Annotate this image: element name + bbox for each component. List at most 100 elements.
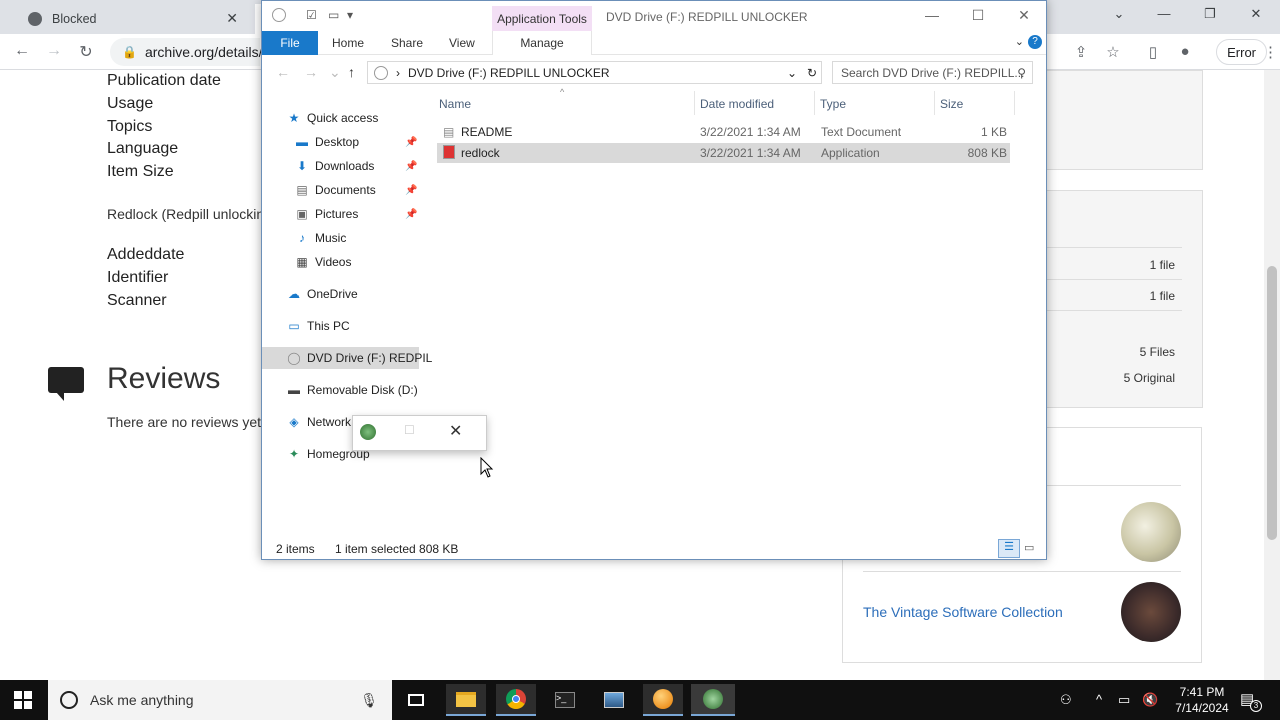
column-separator[interactable]	[694, 91, 695, 115]
pin-icon[interactable]: 📌	[405, 185, 417, 196]
close-window-icon[interactable]: ✕	[1244, 6, 1268, 22]
scrollbar-thumb[interactable]	[1267, 266, 1277, 540]
browser-tab-blocked[interactable]: Blocked ✕	[8, 4, 246, 34]
meta-label-item-size: Item Size	[107, 163, 174, 180]
restore-icon[interactable]: ❐	[1198, 6, 1222, 22]
forward-icon[interactable]: →	[43, 42, 65, 60]
nav-network[interactable]: ◈ Network	[286, 411, 351, 433]
new-folder-icon[interactable]: ▭	[328, 8, 339, 22]
customize-qat-icon[interactable]: ▾	[347, 8, 353, 22]
nav-desktop[interactable]: ▬ Desktop	[294, 131, 359, 153]
column-header-date[interactable]: Date modified	[700, 97, 774, 111]
disc-icon: ◯	[287, 351, 301, 365]
nav-onedrive[interactable]: ☁ OneDrive	[286, 283, 358, 305]
taskbar-orange-ball-icon[interactable]	[643, 684, 683, 716]
explorer-close-icon[interactable]: ✕	[1009, 7, 1039, 24]
tab-close-icon[interactable]: ✕	[226, 10, 238, 27]
popup-maximize-icon[interactable]: ☐	[404, 423, 415, 437]
lock-icon: 🔒	[122, 45, 137, 59]
explorer-forward-icon[interactable]: →	[304, 64, 318, 80]
network-status-icon[interactable]: ▭	[1118, 692, 1130, 708]
profile-icon[interactable]: ●	[1175, 43, 1195, 60]
large-icons-view-icon[interactable]: ▭	[1024, 541, 1034, 554]
meta-label-topics: Topics	[107, 118, 153, 135]
collection-thumbnail-1[interactable]	[1121, 502, 1181, 562]
bookmark-star-icon[interactable]: ☆	[1103, 43, 1123, 61]
vintage-software-collection-link[interactable]: The Vintage Software Collection	[863, 604, 1063, 620]
explorer-back-icon[interactable]: ←	[276, 64, 290, 80]
collection-thumbnail-2[interactable]	[1121, 582, 1181, 642]
recent-locations-icon[interactable]: ⌄	[329, 64, 341, 81]
windows-start-icon[interactable]	[14, 691, 32, 709]
nav-dvd-drive[interactable]: ◯ DVD Drive (F:) REDPIL	[286, 347, 432, 369]
refresh-icon[interactable]: ↻	[807, 66, 817, 80]
desktop-icon: ▬	[296, 135, 308, 149]
tab-manage[interactable]: Manage	[492, 31, 592, 55]
nav-music[interactable]: ♪ Music	[294, 227, 346, 249]
column-separator[interactable]	[934, 91, 935, 115]
menu-icon[interactable]: ⋮	[1263, 43, 1278, 61]
task-view-icon[interactable]	[396, 684, 436, 716]
explorer-search-input[interactable]: Search DVD Drive (F:) REDPILL... ⚲	[832, 61, 1033, 84]
explorer-minimize-icon[interactable]: —	[917, 7, 947, 23]
panel-count-1[interactable]: 1 file	[1100, 258, 1175, 272]
file-name: redlock	[461, 146, 500, 160]
reload-icon[interactable]: ↻	[75, 42, 97, 62]
page-scrollbar[interactable]	[1264, 70, 1280, 680]
panel-count-2[interactable]: 1 file	[1100, 289, 1175, 303]
popup-close-icon[interactable]: ✕	[449, 421, 462, 441]
taskbar-chrome-icon[interactable]	[496, 684, 536, 716]
pin-icon[interactable]: 📌	[405, 137, 417, 148]
address-dropdown-icon[interactable]: ⌄	[787, 66, 797, 80]
column-separator[interactable]	[814, 91, 815, 115]
expand-ribbon-chevron-icon[interactable]: ⌄	[1015, 35, 1024, 48]
explorer-maximize-icon[interactable]: ☐	[963, 7, 993, 24]
nav-quick-access[interactable]: ★ Quick access	[286, 107, 379, 129]
column-header-type[interactable]: Type	[820, 97, 846, 111]
taskbar-globe-app-icon[interactable]	[691, 684, 735, 716]
minimize-icon[interactable]: —	[1152, 6, 1176, 21]
pin-icon[interactable]: 📌	[405, 209, 417, 220]
taskbar-file-explorer-icon[interactable]	[446, 684, 486, 716]
system-clock[interactable]: 7:41 PM 7/14/2024	[1170, 684, 1234, 716]
tab-search-chevron-icon[interactable]: ⌄	[1107, 6, 1131, 22]
address-bar[interactable]: 🔒 archive.org/details/	[110, 38, 262, 66]
explorer-status-bar: 2 items 1 item selected 808 KB ☰ ▭	[262, 538, 1046, 560]
taskbar-image-viewer-icon[interactable]	[594, 684, 634, 716]
tab-file[interactable]: File	[262, 31, 318, 55]
error-button[interactable]: Error	[1216, 39, 1267, 65]
tab-view[interactable]: View	[449, 36, 475, 50]
up-folder-icon[interactable]: ↑	[348, 64, 355, 80]
tab-share[interactable]: Share	[391, 36, 423, 50]
back-icon[interactable]: ←	[11, 42, 33, 60]
people-icon[interactable]: ⚇	[1060, 692, 1072, 708]
properties-icon[interactable]: ☑	[306, 8, 317, 22]
nav-documents[interactable]: ▤ Documents	[294, 179, 375, 201]
nav-pictures[interactable]: ▣ Pictures	[294, 203, 358, 225]
explorer-address-bar[interactable]: › DVD Drive (F:) REDPILL UNLOCKER ⌄ ↻	[367, 61, 822, 84]
help-icon[interactable]: ?	[1028, 35, 1042, 49]
panel-count-4[interactable]: 5 Original	[1090, 371, 1175, 385]
right-panel-top	[1040, 70, 1203, 170]
volume-muted-icon[interactable]: 🔇	[1142, 692, 1158, 708]
file-size: 1 KB	[980, 125, 1007, 139]
file-row-redlock-selected[interactable]: redlock 3/22/2021 1:34 AM Application 80…	[437, 143, 1010, 163]
nav-videos[interactable]: ▦ Videos	[294, 251, 351, 273]
share-icon[interactable]: ⇪	[1071, 43, 1091, 61]
nav-downloads[interactable]: ⬇ Downloads	[294, 155, 374, 177]
side-panel-icon[interactable]: ▯	[1143, 43, 1163, 61]
taskbar-terminal-icon[interactable]: >_	[545, 684, 585, 716]
panel-count-3[interactable]: 5 Files	[1090, 345, 1175, 359]
column-header-size[interactable]: Size	[940, 97, 963, 111]
file-row-readme[interactable]: ▤ README 3/22/2021 1:34 AM Text Document…	[437, 122, 1010, 142]
details-view-icon[interactable]: ☰	[998, 539, 1020, 558]
tab-home[interactable]: Home	[332, 36, 364, 50]
pin-icon[interactable]: 📌	[405, 161, 417, 172]
nav-removable-disk[interactable]: ▬ Removable Disk (D:)	[286, 379, 418, 401]
column-header-name[interactable]: Name	[439, 97, 471, 111]
cortana-search-box[interactable]: Ask me anything 🎙	[48, 680, 392, 720]
column-separator[interactable]	[1014, 91, 1015, 115]
microphone-icon[interactable]: 🎙	[360, 692, 378, 709]
show-hidden-icons-chevron-icon[interactable]: ^	[1096, 692, 1102, 707]
nav-this-pc[interactable]: ▭ This PC	[286, 315, 349, 337]
